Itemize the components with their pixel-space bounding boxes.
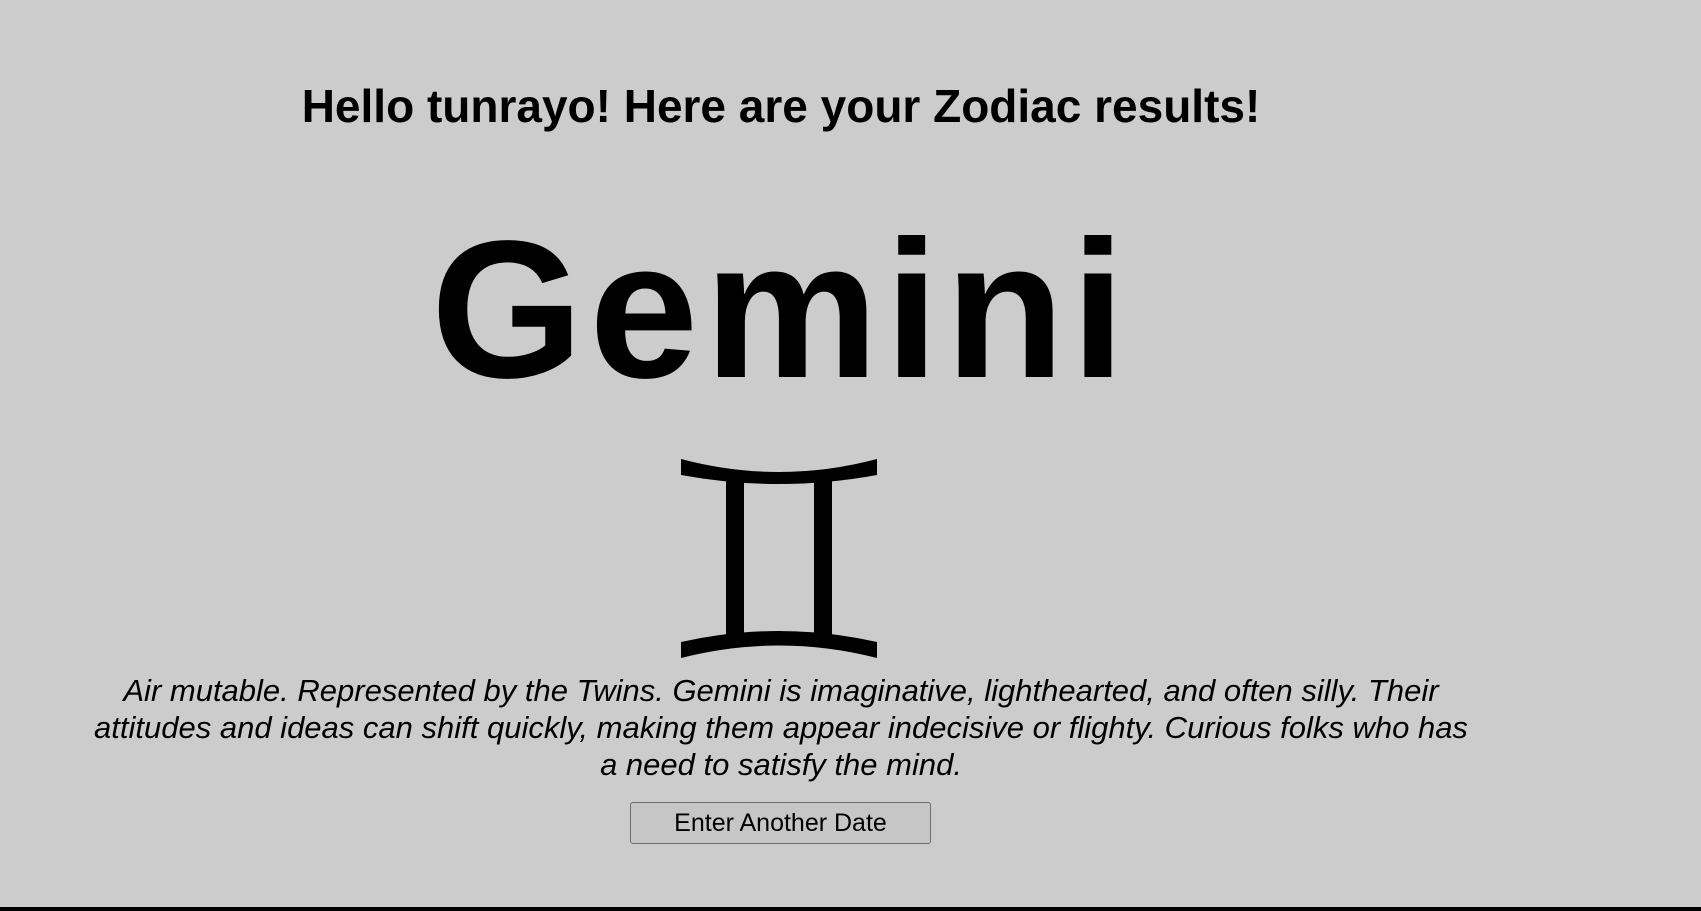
enter-another-date-button[interactable]: Enter Another Date [630, 802, 931, 844]
zodiac-sign-name: Gemini [430, 200, 1132, 419]
gemini-glyph-icon [679, 455, 883, 661]
zodiac-description: Air mutable. Represented by the Twins. G… [94, 673, 1468, 782]
bottom-divider [0, 907, 1701, 911]
greeting-heading: Hello tunrayo! Here are your Zodiac resu… [301, 80, 1261, 132]
page-background: Hello tunrayo! Here are your Zodiac resu… [0, 0, 1701, 908]
